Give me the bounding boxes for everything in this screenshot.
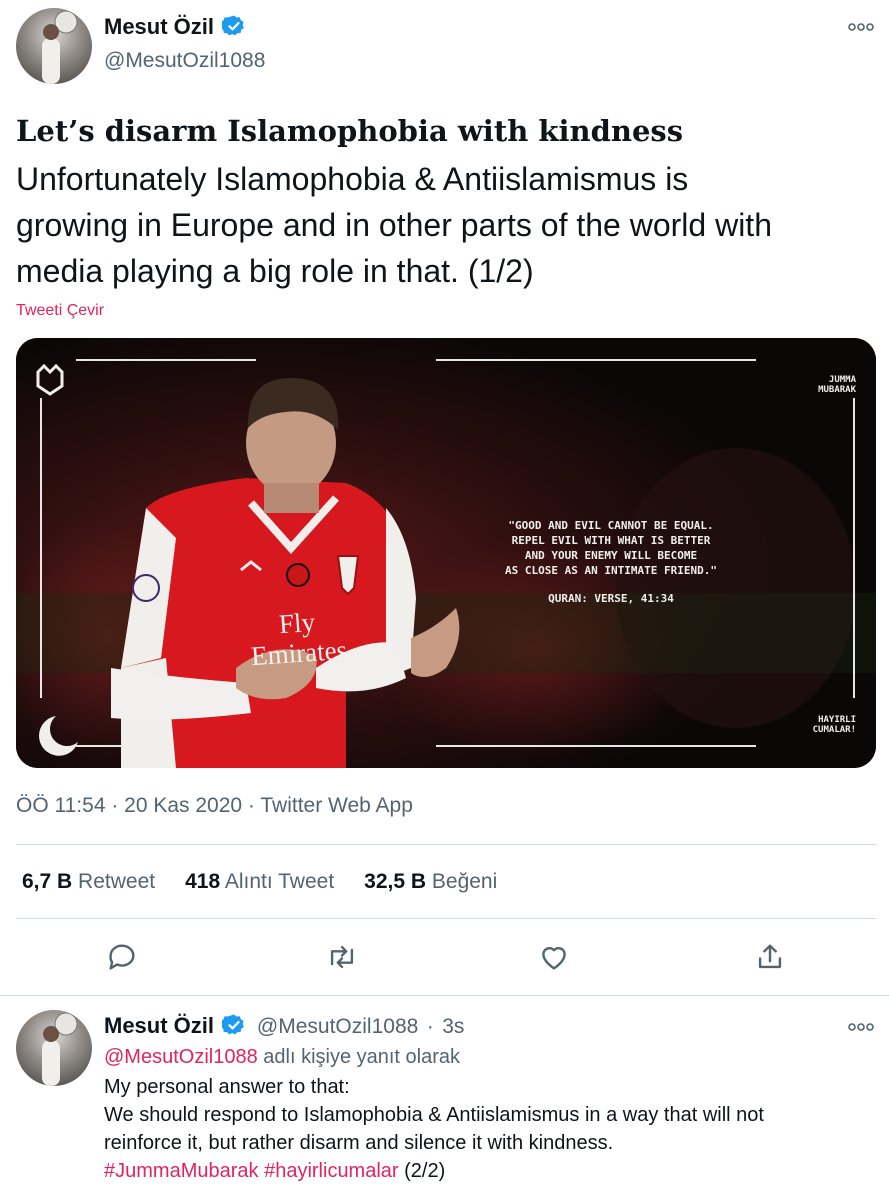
retweet-count[interactable]: 6,7 B Retweet [22, 870, 155, 894]
image-quote: "GOOD AND EVIL CANNOT BE EQUAL. REPEL EV… [426, 518, 796, 606]
tweet-body-line: media playing a big role in that. (1/2) [16, 253, 534, 289]
image-quote-line: REPEL EVIL WITH WHAT IS BETTER [511, 534, 711, 547]
stat-count: 418 [185, 870, 221, 893]
like-icon[interactable] [537, 940, 571, 974]
translate-tweet-link[interactable]: Tweeti Çevir [16, 302, 104, 320]
retweet-icon[interactable] [325, 940, 359, 974]
image-corner-text: MUBARAK [818, 385, 856, 395]
reply-author-name[interactable]: Mesut Özil [104, 1013, 214, 1038]
more-options-icon[interactable] [848, 20, 874, 38]
reply-author-avatar[interactable] [16, 1010, 92, 1086]
reply-body-line: My personal answer to that: [104, 1076, 350, 1098]
image-corner-text: CUMALAR! [812, 725, 856, 735]
divider [16, 844, 876, 845]
image-quote-line: "GOOD AND EVIL CANNOT BE EQUAL. [508, 519, 714, 532]
image-quote-line: AND YOUR ENEMY WILL BECOME [524, 549, 698, 562]
hashtag-link[interactable]: #JummaMubarak [104, 1160, 259, 1182]
reply-hashtags: #JummaMubarak #hayirlicumalar (2/2) [104, 1157, 879, 1185]
reply-body-line: We should respond to Islamophobia & Anti… [104, 1104, 764, 1126]
reply-author-handle[interactable]: @MesutOzil1088 [257, 1015, 418, 1038]
tweet-media-image[interactable]: JUMMA MUBARAK "GOOD AND EVIL CANNOT BE E… [16, 338, 876, 768]
image-corner-text: JUMMA [828, 375, 856, 385]
reply-icon[interactable] [105, 940, 139, 974]
quote-tweet-count[interactable]: 418 Alıntı Tweet [185, 870, 334, 894]
share-icon[interactable] [753, 940, 787, 974]
reply-body: My personal answer to that: We should re… [104, 1073, 879, 1185]
image-quote-source: QURAN: VERSE, 41:34 [548, 592, 674, 605]
author-name-row[interactable]: Mesut Özil [104, 14, 246, 40]
tweet-timestamp[interactable]: ÖÖ 11:54 · 20 Kas 2020 · Twitter Web App [16, 794, 413, 818]
tweet-body-line: Unfortunately Islamophobia & Antiislamis… [16, 161, 689, 197]
image-corner-bottom-right: HAYIRLI CUMALAR! [706, 715, 856, 735]
stat-count: 32,5 B [364, 870, 427, 893]
divider [16, 918, 876, 919]
reply-suffix: (2/2) [398, 1160, 446, 1182]
stat-label: Beğeni [431, 870, 498, 893]
stat-label: Retweet [78, 870, 156, 893]
hashtag-link[interactable]: #hayirlicumalar [264, 1160, 399, 1182]
reply-more-options-icon[interactable] [848, 1020, 874, 1038]
stat-label: Alıntı Tweet [224, 870, 335, 893]
shirt-sponsor: Fly Emirates [236, 604, 360, 672]
reply-header: Mesut Özil @MesutOzil1088 · 3s [104, 1013, 464, 1039]
image-quote-line: AS CLOSE AS AN INTIMATE FRIEND." [505, 564, 717, 577]
tweet-body: Unfortunately Islamophobia & Antiislamis… [16, 156, 876, 294]
image-corner-top-right: JUMMA MUBARAK [706, 375, 856, 395]
tweet-body-line: growing in Europe and in other parts of … [16, 207, 772, 243]
reply-body-line: reinforce it, but rather disarm and sile… [104, 1132, 614, 1154]
replying-to: @MesutOzil1088 adlı kişiye yanıt olarak [104, 1043, 460, 1071]
tweet-stats: 6,7 B Retweet 418 Alıntı Tweet 32,5 B Be… [22, 870, 497, 894]
reply-time[interactable]: 3s [442, 1015, 464, 1038]
author-avatar[interactable] [16, 8, 92, 84]
reply-separator: · [426, 1015, 434, 1038]
verified-badge-icon [222, 1014, 245, 1035]
verified-badge-icon [222, 15, 245, 36]
like-count[interactable]: 32,5 B Beğeni [364, 870, 497, 894]
author-handle[interactable]: @MesutOzil1088 [104, 49, 265, 73]
tweet-headline: Let’s disarm Islamophobia with kindness [16, 114, 684, 148]
image-corner-text: HAYIRLI [818, 715, 856, 725]
author-name[interactable]: Mesut Özil [104, 14, 214, 39]
replying-to-handle-link[interactable]: @MesutOzil1088 [104, 1046, 258, 1068]
divider [0, 995, 889, 996]
stat-count: 6,7 B [22, 870, 73, 893]
replying-to-suffix: adlı kişiye yanıt olarak [257, 1046, 461, 1068]
